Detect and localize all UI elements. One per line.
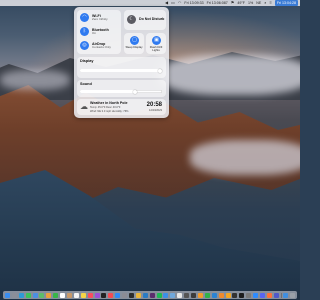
display-brightness-slider[interactable] [80, 69, 162, 72]
dock-app-music[interactable] [87, 292, 93, 298]
dock-app-photos[interactable] [46, 292, 52, 298]
dock-app-voice-memos[interactable] [232, 292, 238, 298]
display-tile: Display [77, 57, 166, 78]
airdrop-status: Contacts Only [92, 44, 111, 49]
dock-app-keynote[interactable] [211, 292, 217, 298]
display-sleep-icon: ▢ [130, 36, 139, 45]
sleep-display-tile[interactable]: ▢ Sleep Display [124, 33, 144, 54]
menubar-status-text[interactable]: NE [256, 0, 261, 6]
dock-app-slack[interactable] [149, 292, 155, 298]
dock-app-calendar[interactable] [60, 292, 66, 298]
menu-bar: ◀ ▭ ◠ Fri 13:09:33 Fri 13:06:087 ⚑ 49°F 1% NE ⌕ ≡ F… [0, 0, 300, 6]
dock-app-terminal[interactable] [129, 292, 135, 298]
wifi-network: Zero Infinity [92, 16, 108, 21]
bluetooth-status: On [92, 30, 97, 35]
dock-app-mail[interactable] [32, 292, 38, 298]
airdrop-icon: ◎ [80, 41, 89, 50]
menubar-status-text[interactable]: 49°F [237, 0, 245, 6]
bluetooth-row[interactable]: ᛒ Bluetooth On [80, 27, 109, 36]
airdrop-row[interactable]: ◎ AirDrop Contacts Only [80, 41, 111, 50]
dock-app-preview[interactable] [170, 292, 176, 298]
bluetooth-icon: ᛒ [80, 27, 89, 36]
dock-app-stocks[interactable] [239, 292, 245, 298]
dock-app-contacts[interactable] [67, 292, 73, 298]
dnd-row: ☾ Do Not Disturb [127, 15, 164, 24]
dock [3, 291, 297, 299]
dock-app-screenshot[interactable] [246, 292, 252, 298]
dnd-label: Do Not Disturb [139, 17, 165, 22]
dock-app-pages[interactable] [197, 292, 203, 298]
dock-app-textedit[interactable] [177, 292, 183, 298]
dock-app-finder[interactable] [5, 292, 10, 298]
dock-app-reminders[interactable] [73, 292, 79, 298]
dock-separator [280, 292, 282, 298]
weather-title: Weather in North Pole [90, 101, 128, 105]
dock-app-teams[interactable] [273, 292, 279, 298]
wifi-row[interactable]: ◠ Wi-Fi Zero Infinity [80, 13, 108, 22]
dock-app-zoom[interactable] [253, 292, 259, 298]
dock-app-xcode[interactable] [163, 292, 169, 298]
dock-app-safari[interactable] [18, 292, 24, 298]
dock-app-chrome[interactable] [135, 292, 141, 298]
do-not-disturb-tile[interactable]: ☾ Do Not Disturb [124, 10, 166, 30]
weather-tile[interactable]: ☁ Weather in North Pole Temp: 45.0°F Dew… [77, 99, 166, 115]
sound-volume-slider[interactable] [80, 90, 162, 93]
dock-app-news[interactable] [108, 292, 114, 298]
sound-label: Sound [80, 82, 92, 86]
weather-time: 20:58 [146, 102, 162, 108]
sound-slider-knob[interactable] [132, 89, 137, 94]
dock-app-books[interactable] [218, 292, 224, 298]
weather-line-2: Wind: NE 3.0 mph Humidity: 76% [90, 109, 129, 113]
moon-icon: ☾ [127, 15, 136, 24]
search-icon[interactable]: ⌕ [264, 0, 266, 6]
dock-app-firefox[interactable] [266, 292, 272, 298]
volume-icon[interactable]: ◀ [165, 0, 168, 6]
dock-app-downloads[interactable] [283, 292, 289, 298]
menubar-status-text[interactable]: Fri 13:04:28 [274, 0, 298, 6]
dock-app-activity-monitor[interactable] [191, 292, 197, 298]
menubar-status-text[interactable]: Fri 13:09:33 [184, 0, 203, 6]
sound-tile: Sound [77, 80, 166, 97]
lights-icon: ▣ [152, 36, 161, 45]
sleep-display-label: Sleep Display [125, 45, 143, 49]
dock-app-trash[interactable] [290, 292, 295, 298]
wifi-icon: ◠ [80, 13, 89, 22]
dock-app-system-preferences[interactable] [122, 292, 128, 298]
control-center-icon[interactable]: ≡ [269, 0, 271, 6]
wallpaper-fog [190, 140, 300, 175]
weather-cloud-icon: ☁ [80, 102, 88, 111]
weather-date: 12/23/2023 [149, 109, 162, 112]
menubar-status-text[interactable]: 1% [248, 0, 253, 6]
menubar-status-text[interactable]: Fri 13:06:087 [207, 0, 228, 6]
dock-app-maps[interactable] [39, 292, 45, 298]
network-tile: ◠ Wi-Fi Zero Infinity ᛒ Bluetooth On ◎ A… [77, 10, 121, 54]
control-center-panel: ◠ Wi-Fi Zero Infinity ᛒ Bluetooth On ◎ A… [74, 7, 169, 118]
dock-app-facetime[interactable] [53, 292, 59, 298]
flag-icon[interactable]: ⚑ [231, 0, 235, 6]
wallpaper-fog [160, 55, 300, 95]
dock-app-discord[interactable] [259, 292, 265, 298]
dock-app-notes[interactable] [80, 292, 86, 298]
display-label: Display [80, 59, 94, 63]
flash-lights-label: Flash Drill Lights [149, 45, 163, 53]
display-slider-fill [80, 69, 161, 72]
dock-app-tv[interactable] [101, 292, 107, 298]
dock-app-launchpad[interactable] [11, 292, 17, 298]
dock-app-numbers[interactable] [204, 292, 210, 298]
flash-lights-tile[interactable]: ▣ Flash Drill Lights [146, 33, 166, 54]
dock-app-podcasts[interactable] [94, 292, 100, 298]
dock-app-vscode[interactable] [142, 292, 148, 298]
dock-app-home[interactable] [225, 292, 231, 298]
dock-app-spotify[interactable] [156, 292, 162, 298]
dock-app-app-store[interactable] [115, 292, 121, 298]
dock-app-messages[interactable] [25, 292, 31, 298]
wallpaper-fog [0, 70, 70, 90]
dock-app-calculator[interactable] [184, 292, 190, 298]
battery-icon[interactable]: ▭ [171, 0, 175, 6]
wifi-icon[interactable]: ◠ [178, 0, 182, 6]
sound-slider-fill [80, 90, 135, 93]
display-slider-knob[interactable] [158, 68, 163, 73]
